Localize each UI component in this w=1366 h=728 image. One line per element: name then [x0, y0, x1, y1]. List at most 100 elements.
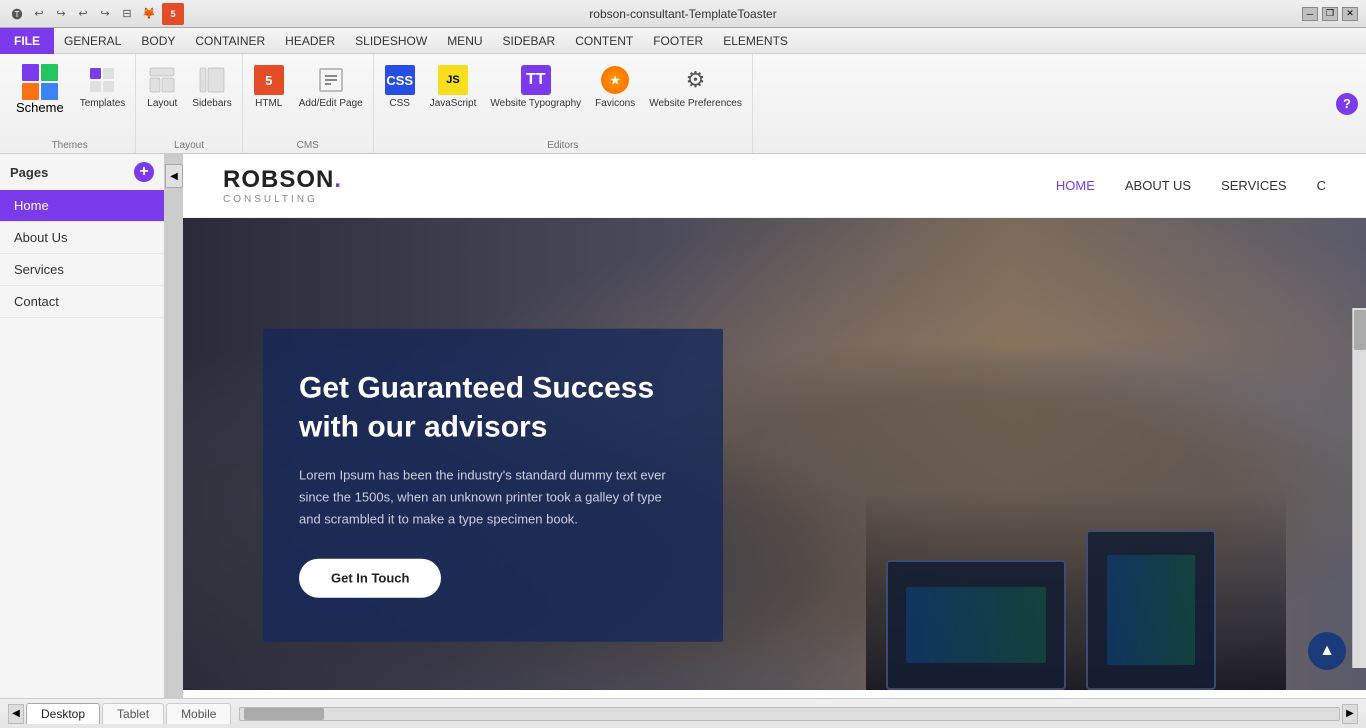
sidebar-item-contact[interactable]: Contact — [0, 286, 164, 318]
device-tablet — [1086, 530, 1216, 690]
site-logo: ROBSON. CONSULTING — [223, 166, 342, 205]
firefox-icon: 🦊 — [140, 5, 158, 23]
themes-group-label: Themes — [52, 136, 88, 151]
h-scrollbar-thumb[interactable] — [244, 708, 324, 720]
hero-overlay: Get Guaranteed Success with our advisors… — [263, 329, 723, 642]
minimize-button[interactable]: ─ — [1302, 7, 1318, 21]
sidebars-button[interactable]: Sidebars — [186, 60, 237, 114]
css-icon: CSS — [384, 64, 416, 96]
website-preview: ROBSON. CONSULTING HOME ABOUT US SERVICE… — [183, 154, 1366, 698]
scheme-cell-3 — [22, 83, 39, 100]
sidebars-label: Sidebars — [192, 98, 231, 110]
menu-menu[interactable]: MENU — [437, 28, 492, 54]
add-page-button[interactable]: + — [134, 162, 154, 182]
menu-container[interactable]: CONTAINER — [185, 28, 275, 54]
scroll-left-button[interactable]: ◀ — [8, 704, 24, 724]
html-icon: 5 — [253, 64, 285, 96]
ribbon-editors-items: CSS CSS JS JavaScript TT Website Typogra… — [378, 60, 748, 114]
hero-cta-button[interactable]: Get In Touch — [299, 559, 441, 598]
ribbon-group-editors: CSS CSS JS JavaScript TT Website Typogra… — [374, 54, 753, 153]
sidebar-item-about[interactable]: About Us — [0, 222, 164, 254]
title-bar-left: 🅣 ↩ ↪ ↩ ↪ ⊟ 🦊 5 — [8, 3, 184, 25]
typography-label: Website Typography — [490, 98, 581, 110]
nav-services[interactable]: SERVICES — [1221, 178, 1287, 193]
tab-mobile[interactable]: Mobile — [166, 703, 231, 724]
device-laptop — [886, 560, 1066, 690]
window-title: robson-consultant-TemplateToaster — [589, 7, 776, 21]
hero-section: Get Guaranteed Success with our advisors… — [183, 218, 1366, 690]
maximize-button[interactable]: ❐ — [1322, 7, 1338, 21]
menu-bar: FILE GENERAL BODY CONTAINER HEADER SLIDE… — [0, 28, 1366, 54]
hero-title: Get Guaranteed Success with our advisors — [299, 369, 687, 447]
sidebar-item-services[interactable]: Services — [0, 254, 164, 286]
collapse-sidebar-button[interactable]: ◀ — [165, 164, 183, 188]
scheme-cell-4 — [41, 83, 58, 100]
preferences-label: Website Preferences — [649, 98, 742, 110]
scroll-to-top-button[interactable]: ▲ — [1308, 632, 1346, 670]
addedit-label: Add/Edit Page — [299, 98, 363, 110]
ribbon-themes-items: Scheme Templates — [8, 60, 131, 119]
menu-elements[interactable]: ELEMENTS — [713, 28, 798, 54]
hero-devices — [866, 490, 1286, 690]
ribbon-group-layout: Layout Sidebars Layout — [136, 54, 242, 153]
tab-desktop[interactable]: Desktop — [26, 703, 100, 724]
html-label: HTML — [255, 98, 282, 110]
bottom-scrollbar[interactable] — [239, 707, 1340, 721]
pages-title: Pages — [10, 165, 48, 180]
nav-home[interactable]: HOME — [1056, 178, 1095, 193]
undo-btn[interactable]: ↩ — [30, 5, 48, 23]
scroll-right-button[interactable]: ▶ — [1342, 704, 1358, 724]
sidebars-icon — [196, 64, 228, 96]
scrollbar-thumb[interactable] — [1354, 310, 1366, 350]
templates-button[interactable]: Templates — [74, 60, 132, 114]
menu-content[interactable]: CONTENT — [565, 28, 643, 54]
menu-slideshow[interactable]: SLIDESHOW — [345, 28, 437, 54]
file-menu[interactable]: FILE — [0, 28, 54, 54]
ribbon-layout-items: Layout Sidebars — [140, 60, 237, 114]
css-button[interactable]: CSS CSS — [378, 60, 422, 114]
redo-btn[interactable]: ↪ — [52, 5, 70, 23]
preferences-button[interactable]: ⚙ Website Preferences — [643, 60, 748, 114]
html-button[interactable]: 5 HTML — [247, 60, 291, 114]
templates-label: Templates — [80, 98, 126, 110]
scheme-cell-1 — [22, 64, 39, 81]
javascript-button[interactable]: JS JavaScript — [424, 60, 483, 114]
favicons-button[interactable]: ★ Favicons — [589, 60, 641, 114]
forward-btn[interactable]: ↪ — [96, 5, 114, 23]
window-controls: ─ ❐ ✕ — [1302, 7, 1358, 21]
close-doc-btn[interactable]: ⊟ — [118, 5, 136, 23]
menu-general[interactable]: GENERAL — [54, 28, 131, 54]
logo-subtitle: CONSULTING — [223, 194, 342, 205]
scheme-button[interactable]: Scheme — [8, 60, 72, 119]
ribbon-cms-items: 5 HTML Add/Edit Page — [247, 60, 369, 114]
logo-text: ROBSON. — [223, 166, 342, 194]
cms-group-label: CMS — [297, 136, 319, 151]
nav-about[interactable]: ABOUT US — [1125, 178, 1191, 193]
editors-group-label: Editors — [547, 136, 578, 151]
tab-tablet[interactable]: Tablet — [102, 703, 164, 724]
back-btn[interactable]: ↩ — [74, 5, 92, 23]
menu-body[interactable]: BODY — [131, 28, 185, 54]
layout-icon — [146, 64, 178, 96]
menu-sidebar[interactable]: SIDEBAR — [493, 28, 566, 54]
app-icon: 🅣 — [8, 5, 26, 23]
menu-footer[interactable]: FOOTER — [643, 28, 713, 54]
sidebar-item-home[interactable]: Home — [0, 190, 164, 222]
layout-button[interactable]: Layout — [140, 60, 184, 114]
typography-button[interactable]: TT Website Typography — [484, 60, 587, 114]
sidebar-header: Pages + — [0, 154, 164, 190]
addedit-button[interactable]: Add/Edit Page — [293, 60, 369, 114]
help-button[interactable]: ? — [1336, 93, 1358, 115]
nav-more[interactable]: C — [1317, 178, 1326, 193]
favicons-label: Favicons — [595, 98, 635, 110]
hero-body: Lorem Ipsum has been the industry's stan… — [299, 465, 687, 531]
right-scrollbar[interactable] — [1352, 308, 1366, 668]
menu-header[interactable]: HEADER — [275, 28, 345, 54]
ribbon-group-themes: Scheme Templates Themes — [4, 54, 136, 153]
site-navigation: ROBSON. CONSULTING HOME ABOUT US SERVICE… — [183, 154, 1366, 218]
close-button[interactable]: ✕ — [1342, 7, 1358, 21]
scheme-cell-2 — [41, 64, 58, 81]
favicons-icon: ★ — [599, 64, 631, 96]
scheme-label: Scheme — [16, 100, 64, 115]
typography-icon: TT — [520, 64, 552, 96]
